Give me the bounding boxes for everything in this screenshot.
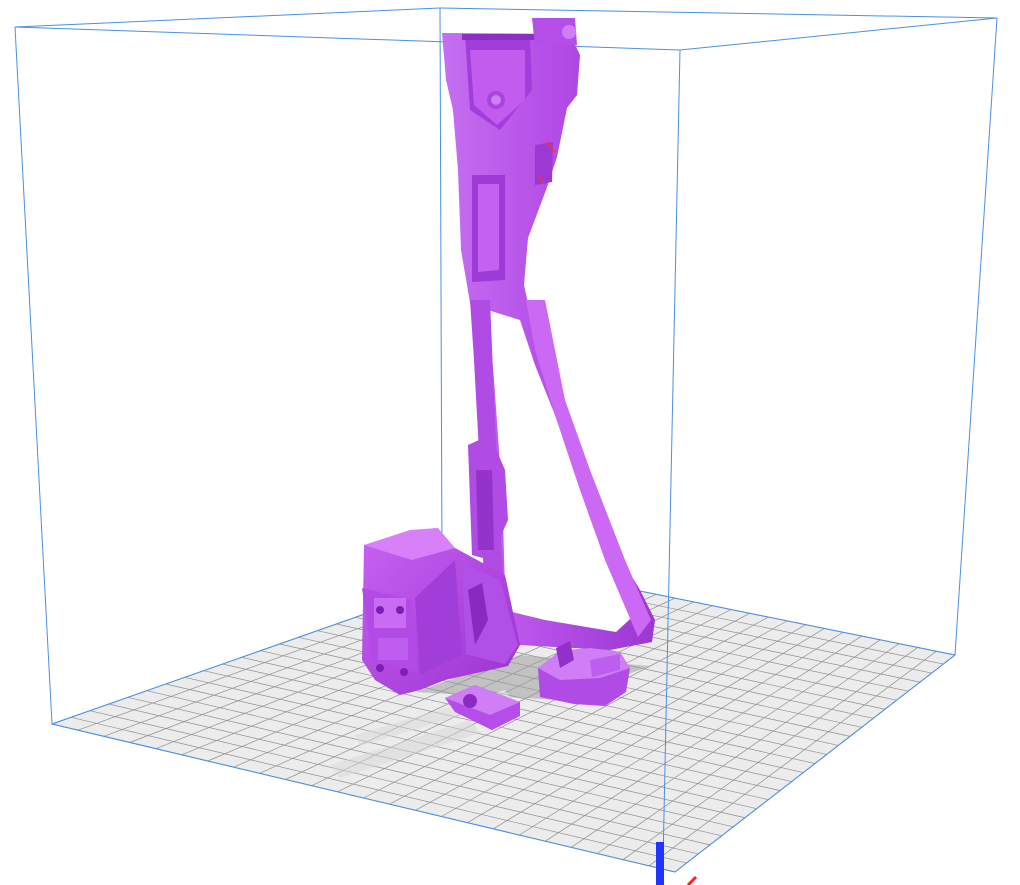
purple-stand-assembly[interactable]: [362, 18, 655, 730]
scene-canvas[interactable]: [0, 0, 1020, 885]
3d-viewport[interactable]: [0, 0, 1020, 885]
z-axis: [656, 842, 664, 885]
tall-arm-part[interactable]: [442, 18, 655, 650]
x-axis: [686, 875, 698, 885]
